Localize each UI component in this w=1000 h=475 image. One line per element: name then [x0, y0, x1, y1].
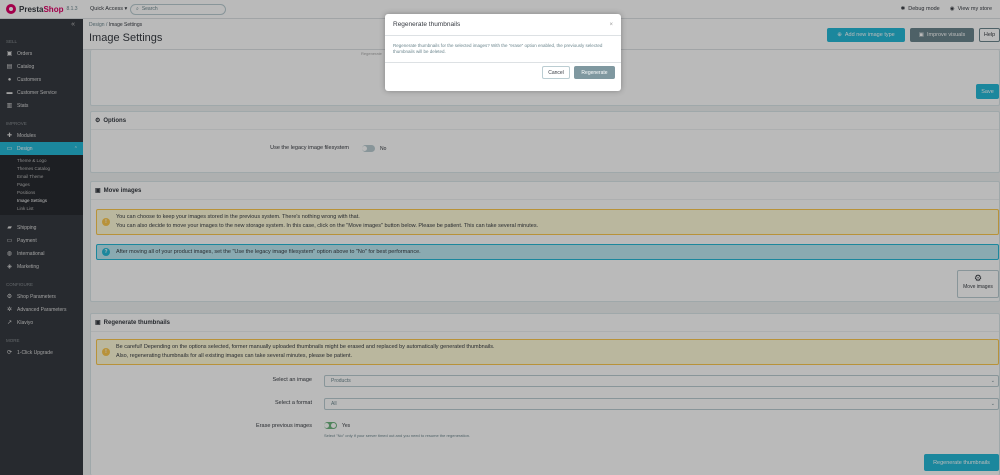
cancel-button[interactable]: Cancel	[542, 66, 570, 79]
modal-body: Regenerate thumbnails for the selected i…	[393, 43, 603, 54]
modal-header: Regenerate thumbnails ×	[385, 14, 621, 36]
close-icon[interactable]: ×	[609, 22, 613, 28]
regenerate-confirm-modal: Regenerate thumbnails × Regenerate thumb…	[385, 14, 621, 91]
modal-title: Regenerate thumbnails	[393, 21, 461, 28]
modal-footer: Cancel Regenerate	[385, 62, 621, 79]
regenerate-confirm-button[interactable]: Regenerate	[574, 66, 615, 79]
